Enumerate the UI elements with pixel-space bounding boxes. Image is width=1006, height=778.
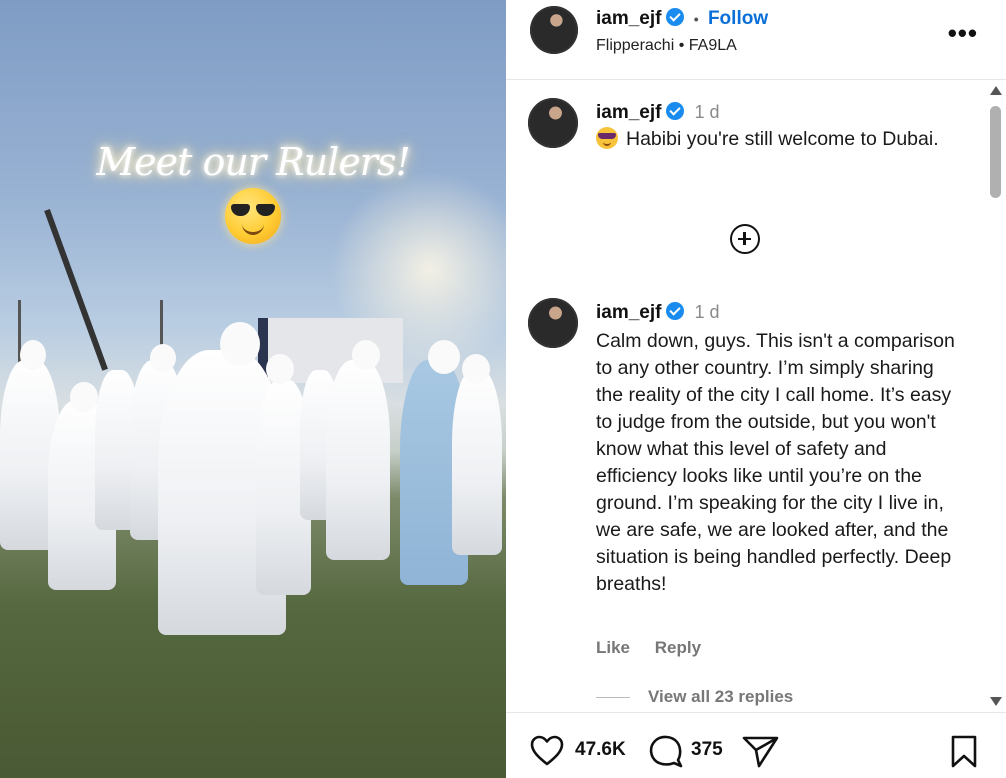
verified-badge-icon bbox=[666, 102, 685, 120]
audio-artist[interactable]: Flipperachi bbox=[596, 37, 674, 54]
comment-text: Calm down, guys. This isn't a comparison… bbox=[596, 330, 955, 595]
video-overlay-text: Meet our Rulers! bbox=[96, 140, 411, 184]
bookmark-icon[interactable] bbox=[950, 735, 978, 769]
share-send-icon[interactable] bbox=[742, 735, 780, 769]
post-media[interactable]: Meet our Rulers! bbox=[0, 0, 506, 778]
comments-list[interactable]: iam_ejf 1 d Habibi you're still welcome t… bbox=[506, 80, 1006, 712]
comment-time: 1 d bbox=[694, 102, 720, 122]
view-replies-label: View all 23 replies bbox=[648, 687, 794, 706]
comment-author-line: iam_ejf 1 d bbox=[596, 102, 720, 124]
author-avatar[interactable] bbox=[530, 6, 578, 54]
scroll-up-arrow-icon[interactable] bbox=[990, 86, 1002, 95]
comments-count[interactable]: 375 bbox=[691, 739, 723, 761]
person-head bbox=[70, 382, 98, 412]
audio-title[interactable]: FA9LA bbox=[689, 37, 737, 54]
verified-badge-icon bbox=[666, 8, 685, 26]
scrollbar-thumb[interactable] bbox=[990, 106, 1001, 198]
comment-author-line: iam_ejf 1 d bbox=[596, 302, 720, 324]
person-head bbox=[150, 344, 176, 372]
comment-author[interactable]: iam_ejf bbox=[596, 102, 661, 123]
sunglasses-emoji-icon bbox=[225, 188, 281, 244]
comment-text: Habibi you're still welcome to Dubai. bbox=[596, 126, 966, 153]
view-replies-button[interactable]: View all 23 replies bbox=[596, 687, 793, 707]
like-comment-button[interactable]: Like bbox=[596, 638, 630, 657]
comment-icon[interactable] bbox=[648, 734, 684, 768]
person-head bbox=[266, 354, 294, 384]
more-options-icon[interactable]: ••• bbox=[948, 18, 978, 49]
comment-avatar[interactable] bbox=[528, 298, 578, 348]
post-header: iam_ejf • Follow Flipperachi • FA9LA ••• bbox=[506, 0, 1006, 80]
person-head bbox=[462, 354, 490, 384]
add-icon[interactable] bbox=[730, 224, 760, 254]
post-actions-bar: 47.6K 375 bbox=[506, 712, 1006, 778]
header-separator: • bbox=[693, 11, 699, 27]
person-head bbox=[428, 340, 460, 374]
comment-actions: Like Reply bbox=[596, 638, 721, 658]
author-username[interactable]: iam_ejf bbox=[596, 8, 661, 29]
follow-button[interactable]: Follow bbox=[708, 8, 768, 29]
scroll-down-arrow-icon[interactable] bbox=[990, 697, 1002, 706]
audio-info: Flipperachi • FA9LA bbox=[596, 37, 737, 55]
comment-time: 1 d bbox=[694, 302, 720, 322]
replies-divider bbox=[596, 697, 630, 699]
audio-separator: • bbox=[678, 37, 685, 54]
reply-button[interactable]: Reply bbox=[655, 638, 701, 657]
comment-text-content: Habibi you're still welcome to Dubai. bbox=[626, 128, 939, 150]
person-head bbox=[20, 340, 46, 370]
heart-icon[interactable] bbox=[530, 735, 564, 767]
person-head bbox=[352, 340, 380, 370]
sunglasses-emoji-icon bbox=[596, 127, 618, 149]
camera-crane bbox=[44, 208, 108, 371]
comment-avatar[interactable] bbox=[528, 98, 578, 148]
comment-author[interactable]: iam_ejf bbox=[596, 302, 661, 323]
comments-scrollbar[interactable] bbox=[988, 86, 1004, 706]
person-head bbox=[220, 322, 260, 366]
author-line: iam_ejf • Follow bbox=[596, 8, 768, 30]
verified-badge-icon bbox=[666, 302, 685, 320]
person-figure bbox=[326, 360, 390, 560]
likes-count[interactable]: 47.6K bbox=[575, 739, 626, 761]
person-figure bbox=[452, 370, 502, 555]
